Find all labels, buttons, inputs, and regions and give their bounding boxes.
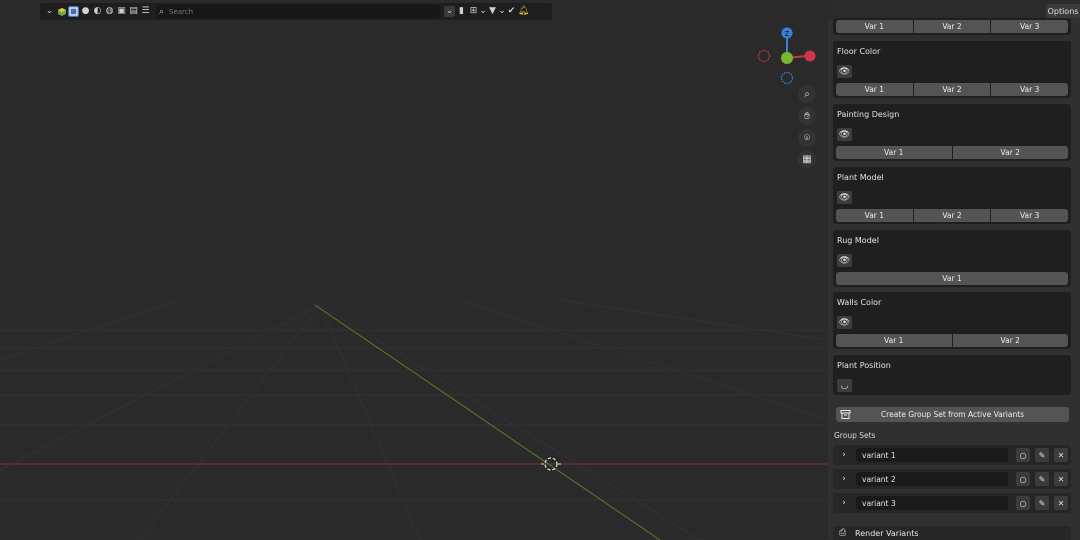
object-cube-icon[interactable] bbox=[56, 6, 67, 17]
variant-group-floor-color: Floor Color 👁︎ Var 1 Var 2 Var 3 bbox=[833, 41, 1071, 98]
group-set-row: › variant 2 ○ ✎ ✕ bbox=[833, 469, 1071, 489]
select-box-icon[interactable] bbox=[68, 6, 79, 17]
eye-closed-icon[interactable]: ◡ bbox=[837, 379, 852, 392]
eye-icon[interactable]: 👁︎ bbox=[837, 65, 852, 78]
options-button[interactable]: Options bbox=[1046, 4, 1080, 18]
pencil-icon[interactable]: ✎ bbox=[1035, 472, 1049, 486]
filter-icon[interactable]: ▼ bbox=[487, 6, 498, 17]
overlay-icon[interactable]: ▣ bbox=[116, 6, 127, 17]
pencil-icon[interactable]: ✎ bbox=[1035, 496, 1049, 510]
variant-button-row: Var 1 Var 2 Var 3 bbox=[836, 20, 1069, 33]
variant-group-plant-position: Plant Position ◡ bbox=[833, 355, 1071, 395]
y-axis-handle bbox=[781, 52, 793, 64]
variant-group-title: Floor Color bbox=[837, 47, 881, 56]
neg-x-axis-handle bbox=[757, 49, 771, 63]
variants-panel: Var 1 Var 2 Var 3 Floor Color 👁︎ Var 1 V… bbox=[828, 18, 1080, 540]
chevron-right-icon[interactable]: › bbox=[839, 497, 849, 509]
eye-icon[interactable]: 👁︎ bbox=[837, 254, 852, 267]
variant-group-rug-model: Rug Model 👁︎ Var 1 bbox=[833, 230, 1071, 287]
variant-button-row: Var 1 Var 2 bbox=[836, 334, 1068, 347]
group-set-row: › variant 3 ○ ✎ ✕ bbox=[833, 493, 1071, 513]
variant-button[interactable]: Var 1 bbox=[836, 83, 913, 96]
variant-group-title: Rug Model bbox=[837, 236, 879, 245]
radio-circle-icon[interactable]: ○ bbox=[1016, 472, 1030, 486]
variant-button[interactable]: Var 2 bbox=[952, 334, 1068, 347]
search-icon: ⌕ bbox=[159, 6, 165, 17]
variant-group-card-partial: Var 1 Var 2 Var 3 bbox=[833, 18, 1071, 35]
bell-icon[interactable]: 🔔︎ bbox=[518, 6, 529, 17]
chevron-right-icon[interactable]: › bbox=[839, 449, 849, 461]
variant-button[interactable]: Var 2 bbox=[952, 146, 1068, 159]
variant-button[interactable]: Var 1 bbox=[836, 334, 952, 347]
shading-solid-icon[interactable]: ● bbox=[80, 6, 91, 17]
render-variants-header[interactable]: ⎙ Render Variants bbox=[833, 526, 1071, 540]
search-input[interactable] bbox=[169, 7, 429, 16]
archive-icon bbox=[840, 410, 851, 419]
variant-button-row: Var 1 Var 2 Var 3 bbox=[836, 83, 1069, 96]
chevron-down-icon[interactable]: ⌄ bbox=[498, 6, 506, 17]
hierarchy-icon[interactable]: ⊞ bbox=[468, 6, 479, 17]
floor-grid bbox=[0, 299, 828, 540]
shading-render-icon[interactable]: ◍ bbox=[104, 6, 115, 17]
variant-button[interactable]: Var 3 bbox=[991, 83, 1069, 96]
bookmark-icon[interactable]: ▮ bbox=[456, 6, 467, 17]
group-set-name-field[interactable]: variant 2 bbox=[856, 472, 1008, 486]
create-group-set-label: Create Group Set from Active Variants bbox=[880, 410, 1025, 419]
variant-group-painting-design: Painting Design 👁︎ Var 1 Var 2 bbox=[833, 104, 1071, 161]
radio-circle-icon[interactable]: ○ bbox=[1016, 496, 1030, 510]
navigation-gizmo[interactable]: Z bbox=[756, 25, 820, 89]
render-variants-label: Render Variants bbox=[855, 529, 919, 538]
variant-button[interactable]: Var 3 bbox=[991, 209, 1069, 222]
pan-hand-icon[interactable]: ✋︎ bbox=[798, 107, 816, 125]
group-set-name-field[interactable]: variant 3 bbox=[856, 496, 1008, 510]
camera-view-icon[interactable]: ⌾ bbox=[798, 129, 816, 147]
eye-icon[interactable]: 👁︎ bbox=[837, 128, 852, 141]
variant-button[interactable]: Var 3 bbox=[991, 20, 1069, 33]
list-icon[interactable]: ☰ bbox=[140, 6, 151, 17]
eye-icon[interactable]: 👁︎ bbox=[837, 316, 852, 329]
variant-button[interactable]: Var 1 bbox=[836, 20, 913, 33]
variant-button[interactable]: Var 2 bbox=[913, 20, 991, 33]
close-icon[interactable]: ✕ bbox=[1054, 496, 1068, 510]
variant-button-row: Var 1 Var 2 bbox=[836, 146, 1068, 159]
radio-circle-icon[interactable]: ○ bbox=[1016, 448, 1030, 462]
group-sets-heading: Group Sets bbox=[834, 431, 876, 440]
eye-icon[interactable]: 👁︎ bbox=[837, 191, 852, 204]
outliner-header: ⌄ ● ◐ ◍ ▣ ▤ ☰ ⌕ ⌄ ▮ ⊞ ⌄ ▼ ⌄ ✔ 🔔︎ bbox=[40, 3, 552, 20]
variant-group-title: Walls Color bbox=[837, 298, 882, 307]
close-icon[interactable]: ✕ bbox=[1054, 448, 1068, 462]
variant-button[interactable]: Var 1 bbox=[836, 146, 952, 159]
neg-z-axis-handle bbox=[780, 71, 794, 85]
dropdown-icon[interactable]: ⌄ bbox=[444, 6, 455, 17]
group-set-name-field[interactable]: variant 1 bbox=[856, 448, 1008, 462]
variant-group-title: Plant Model bbox=[837, 173, 884, 182]
variant-button[interactable]: Var 1 bbox=[836, 209, 913, 222]
chevron-down-icon[interactable]: ⌄ bbox=[479, 6, 487, 17]
shading-material-icon[interactable]: ◐ bbox=[92, 6, 103, 17]
svg-text:Z: Z bbox=[785, 30, 790, 38]
variant-group-walls-color: Walls Color 👁︎ Var 1 Var 2 bbox=[833, 292, 1071, 349]
variant-button[interactable]: Var 2 bbox=[913, 83, 991, 96]
search-field[interactable]: ⌕ bbox=[156, 5, 440, 18]
checkmark-shield-icon[interactable]: ✔ bbox=[506, 6, 517, 17]
x-axis-handle bbox=[804, 50, 816, 62]
variant-button-row: Var 1 Var 2 Var 3 bbox=[836, 209, 1069, 222]
variant-group-plant-model: Plant Model 👁︎ Var 1 Var 2 Var 3 bbox=[833, 167, 1071, 224]
create-group-set-button[interactable]: Create Group Set from Active Variants bbox=[836, 407, 1069, 422]
close-icon[interactable]: ✕ bbox=[1054, 472, 1068, 486]
chevron-right-icon[interactable]: › bbox=[839, 473, 849, 485]
render-camera-icon: ⎙ bbox=[839, 528, 847, 538]
variant-button-row: Var 1 bbox=[836, 272, 1068, 285]
group-set-row: › variant 1 ○ ✎ ✕ bbox=[833, 445, 1071, 465]
view-layers-icon[interactable]: ▤ bbox=[128, 6, 139, 17]
3d-viewport[interactable]: ⌄ ● ◐ ◍ ▣ ▤ ☰ ⌕ ⌄ ▮ ⊞ ⌄ ▼ ⌄ ✔ 🔔︎ Z bbox=[0, 0, 828, 540]
zoom-icon[interactable]: ⌕ bbox=[798, 85, 816, 103]
variant-group-title: Plant Position bbox=[837, 361, 891, 370]
pencil-icon[interactable]: ✎ bbox=[1035, 448, 1049, 462]
variant-button[interactable]: Var 1 bbox=[836, 272, 1068, 285]
grid-perspective-icon[interactable]: ▦ bbox=[798, 150, 816, 168]
variant-button[interactable]: Var 2 bbox=[913, 209, 991, 222]
chevron-down-icon[interactable]: ⌄ bbox=[44, 6, 55, 17]
variant-group-title: Painting Design bbox=[837, 110, 900, 119]
